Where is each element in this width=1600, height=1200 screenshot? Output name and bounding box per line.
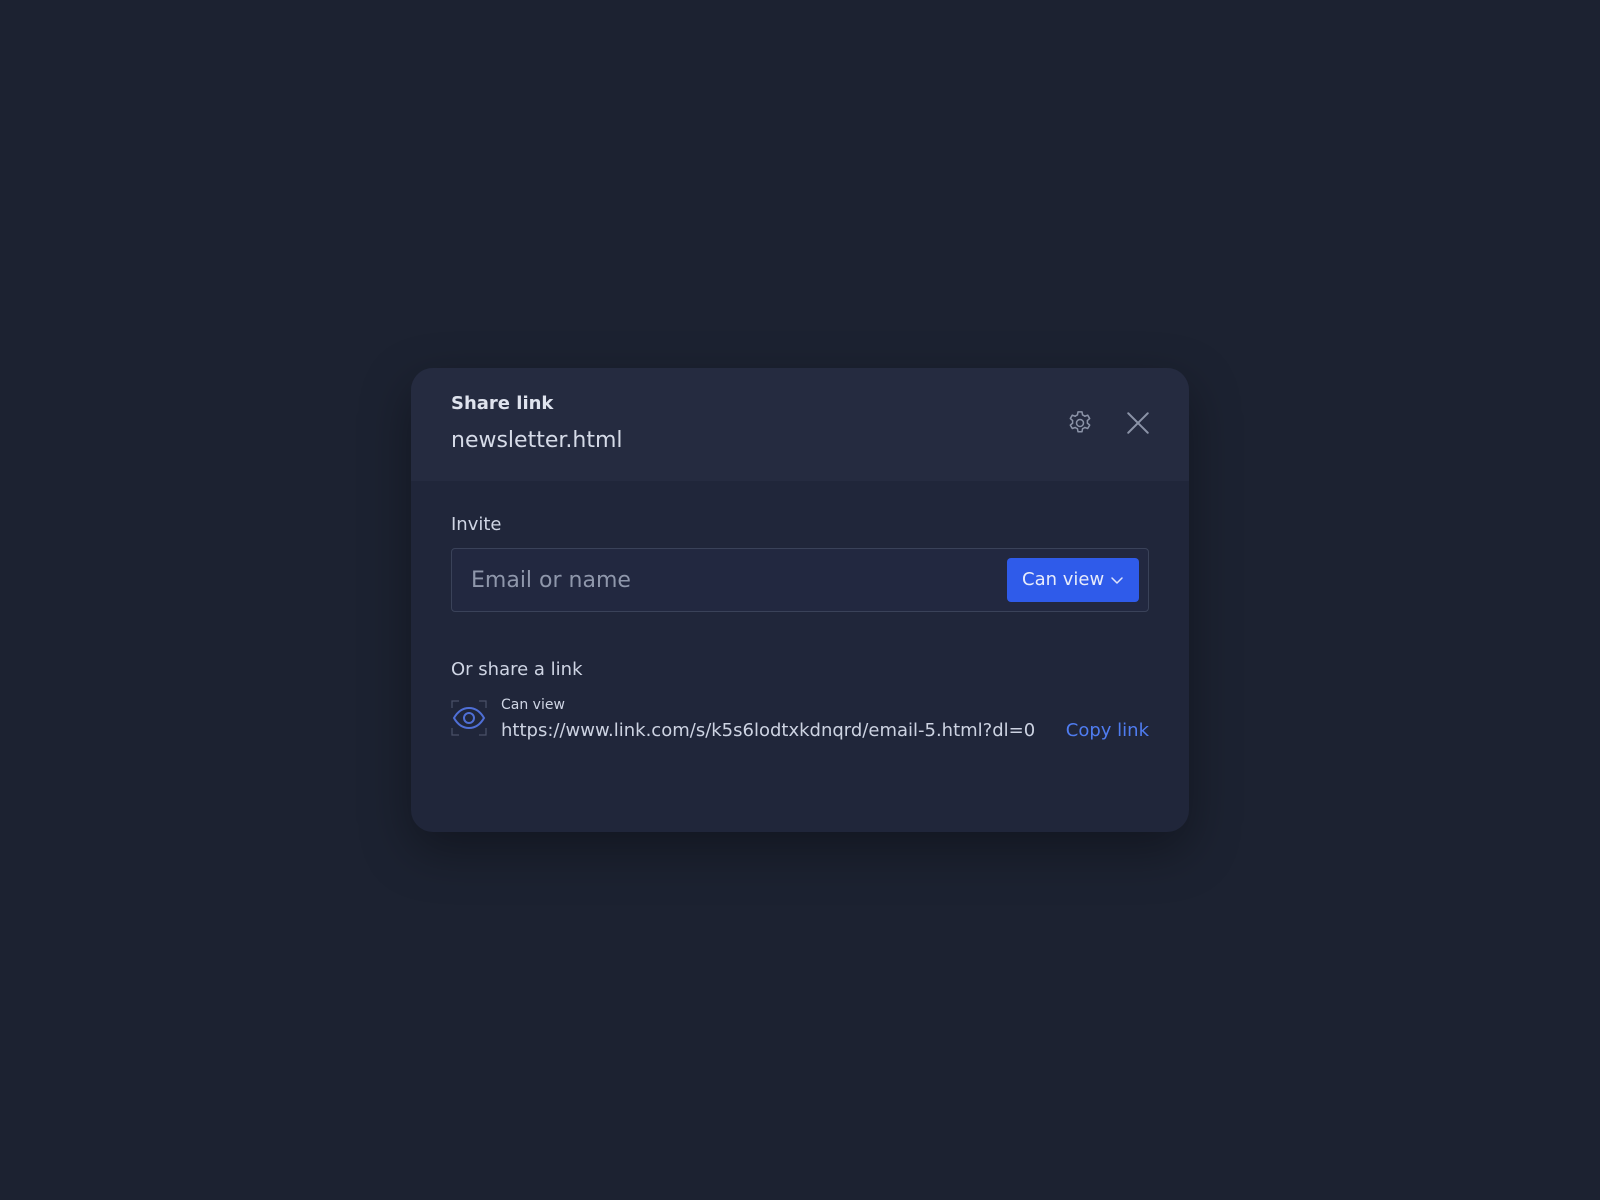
settings-button[interactable] <box>1063 406 1097 440</box>
dialog-title: Share link <box>451 393 554 414</box>
copy-link-button[interactable]: Copy link <box>1066 719 1149 743</box>
invite-row: Can view <box>451 548 1149 612</box>
share-link-label: Or share a link <box>451 659 583 680</box>
invite-input[interactable] <box>452 549 992 611</box>
invite-label: Invite <box>451 514 502 535</box>
link-permission: Can view <box>501 697 565 713</box>
close-button[interactable] <box>1121 406 1155 440</box>
file-name: newsletter.html <box>451 428 623 453</box>
eye-icon <box>451 700 487 736</box>
share-link-row: Can view https://www.link.com/s/k5s6lodt… <box>451 696 1149 756</box>
dialog-body: Invite Can view Or share a link Can vie <box>411 481 1189 756</box>
gear-icon <box>1069 411 1091 433</box>
invite-permission-label: Can view <box>1022 569 1105 590</box>
share-dialog: Share link newsletter.html Invite Can vi… <box>411 368 1189 832</box>
page-background: Share link newsletter.html Invite Can vi… <box>0 0 1600 1200</box>
share-url: https://www.link.com/s/k5s6lodtxkdnqrd/e… <box>501 720 1036 741</box>
invite-permission-dropdown[interactable]: Can view <box>1007 558 1139 602</box>
chevron-down-icon <box>1111 577 1123 584</box>
close-icon <box>1127 412 1149 434</box>
dialog-header: Share link newsletter.html <box>411 368 1189 481</box>
